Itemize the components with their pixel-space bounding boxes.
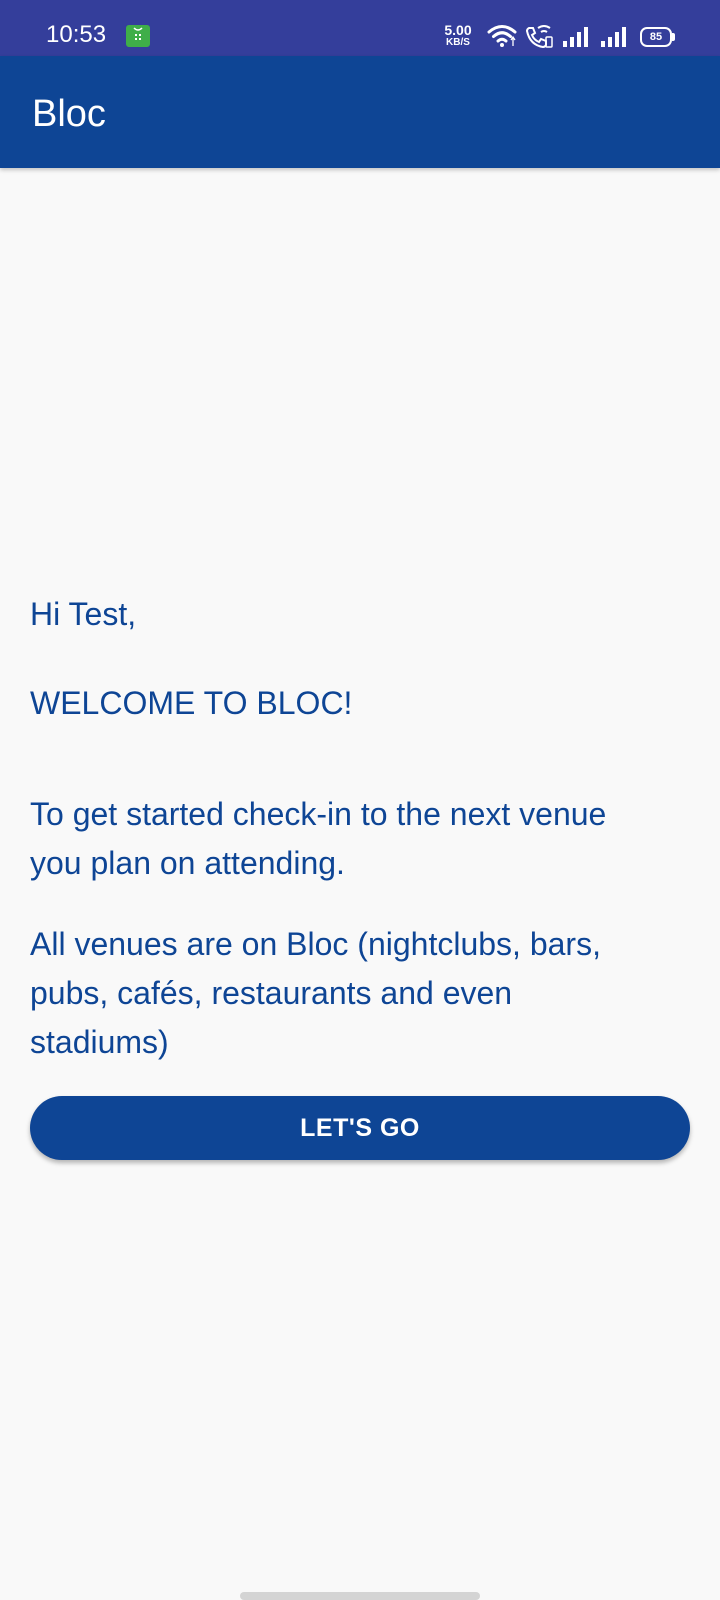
- battery-level: 85: [640, 27, 672, 47]
- network-speed: 5.00 KB/S: [440, 23, 476, 48]
- app-title: Bloc: [32, 93, 106, 135]
- lets-go-button[interactable]: LET'S GO: [30, 1096, 690, 1160]
- greeting-text: Hi Test,: [30, 596, 137, 632]
- wifi-calling-icon: [525, 25, 553, 49]
- app-bar: Bloc: [0, 56, 720, 168]
- signal-icon-2: [601, 27, 626, 47]
- battery-icon: 85: [640, 27, 676, 47]
- battery-tip: [672, 33, 675, 41]
- status-bar: 10:53 5.00 KB/S 85: [0, 0, 720, 56]
- intro-text: To get started check-in to the next venu…: [30, 796, 607, 881]
- status-time: 10:53: [46, 21, 107, 48]
- network-speed-value: 5.00: [444, 22, 472, 38]
- signal-icon: [563, 27, 588, 47]
- wifi-icon: [487, 25, 517, 47]
- venues-text: All venues are on Bloc (nightclubs, bars…: [30, 926, 601, 1060]
- app-notification-icon: [126, 25, 150, 47]
- status-icons: 5.00 KB/S 85: [440, 22, 680, 52]
- home-indicator[interactable]: [240, 1592, 480, 1600]
- network-speed-unit: KB/S: [446, 37, 470, 48]
- welcome-heading: WELCOME TO BLOC!: [30, 685, 353, 721]
